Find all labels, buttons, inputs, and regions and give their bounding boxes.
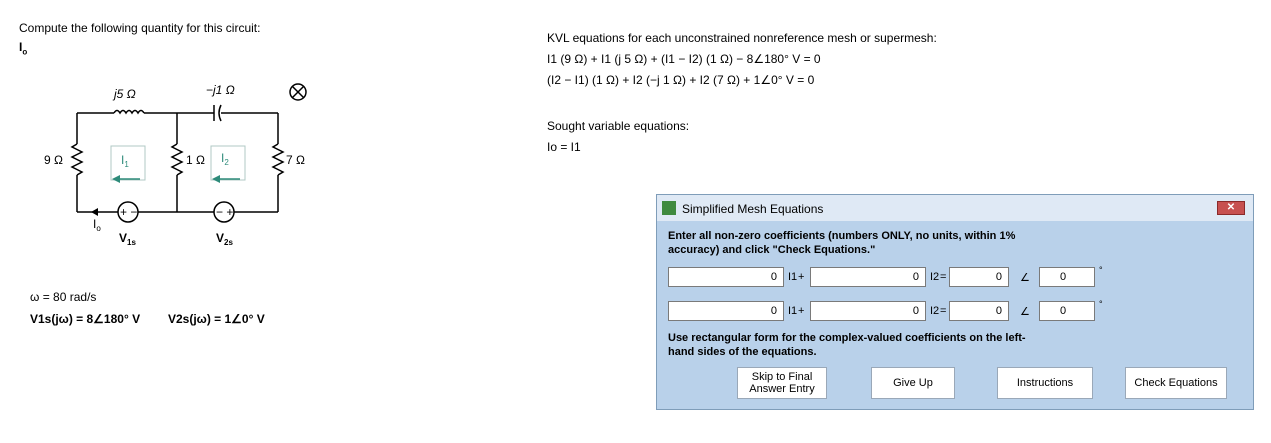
resistor-9 bbox=[70, 143, 84, 176]
dialog-title: Simplified Mesh Equations bbox=[682, 202, 824, 216]
app-icon bbox=[662, 201, 676, 215]
row1-equals: = bbox=[940, 271, 947, 283]
r-right-label: 7 Ω bbox=[286, 153, 305, 167]
v2-polarity: − + bbox=[216, 205, 233, 219]
v1-label: V1s bbox=[119, 231, 136, 247]
inductor-j5 bbox=[113, 109, 145, 115]
dialog-note: Use rectangular form for the complex-val… bbox=[668, 332, 1026, 358]
row1-rhs-magnitude[interactable]: 0 bbox=[949, 267, 1009, 287]
row2-angle-icon: ∠ bbox=[1020, 306, 1030, 318]
resistor-1 bbox=[170, 143, 184, 176]
row2-equals: = bbox=[940, 305, 947, 317]
close-button[interactable]: ✕ bbox=[1217, 201, 1245, 215]
row2-plus: + bbox=[798, 305, 805, 317]
check-equations-button[interactable]: Check Equations bbox=[1125, 367, 1227, 399]
mesh2-label: I2 bbox=[221, 151, 229, 167]
kvl-title: KVL equations for each unconstrained non… bbox=[547, 31, 937, 45]
mesh1-label: I1 bbox=[121, 153, 129, 169]
row2-var-i1: I1 bbox=[788, 305, 798, 317]
close-circle-icon bbox=[289, 83, 307, 101]
skip-to-final-button[interactable]: Skip to Final Answer Entry bbox=[737, 367, 827, 399]
row1-degree: ° bbox=[1099, 265, 1103, 275]
dialog-instructions: Enter all non-zero coefficients (numbers… bbox=[668, 230, 1016, 256]
io-label: Io bbox=[93, 217, 101, 233]
v1-polarity: + − bbox=[120, 205, 137, 219]
sought-title: Sought variable equations: bbox=[547, 119, 690, 133]
circuit-diagram: j5 Ω −j1 Ω 9 Ω 1 Ω 7 Ω I1 I2 + − − + Io … bbox=[44, 83, 307, 247]
r-mid-label: 1 Ω bbox=[186, 153, 205, 167]
row1-coef-i1[interactable]: 0 bbox=[668, 267, 784, 287]
row2-rhs-magnitude[interactable]: 0 bbox=[949, 301, 1009, 321]
inductor-label: j5 Ω bbox=[112, 87, 136, 101]
capacitor-plate-right bbox=[218, 104, 222, 122]
row1-rhs-angle[interactable]: 0 bbox=[1039, 267, 1095, 287]
row2-var-i2: I2 bbox=[930, 305, 940, 317]
row1-angle-icon: ∠ bbox=[1020, 272, 1030, 284]
row1-var-i1: I1 bbox=[788, 271, 798, 283]
mesh-equations-dialog: Simplified Mesh Equations ✕ Enter all no… bbox=[656, 194, 1254, 410]
sought-equation-1: Io = I1 bbox=[547, 140, 581, 154]
r-left-label: 9 Ω bbox=[44, 153, 63, 167]
row1-var-i2: I2 bbox=[930, 271, 940, 283]
io-arrow bbox=[91, 208, 98, 216]
give-up-button[interactable]: Give Up bbox=[871, 367, 955, 399]
row2-coef-i2[interactable]: 0 bbox=[810, 301, 926, 321]
kvl-equation-2: (I2 − I1) (1 Ω) + I2 (−j 1 Ω) + I2 (7 Ω)… bbox=[547, 73, 815, 87]
row1-coef-i2[interactable]: 0 bbox=[810, 267, 926, 287]
quantity-subscript: o bbox=[22, 47, 28, 57]
v2-value: V2s(jω) = 1∠0° V bbox=[168, 312, 265, 326]
mesh1-arrowhead bbox=[112, 175, 120, 183]
mesh2-arrowhead bbox=[212, 175, 220, 183]
row2-coef-i1[interactable]: 0 bbox=[668, 301, 784, 321]
omega-value: ω = 80 rad/s bbox=[30, 290, 97, 304]
resistor-7 bbox=[271, 143, 285, 176]
instructions-button[interactable]: Instructions bbox=[997, 367, 1093, 399]
row1-plus: + bbox=[798, 271, 805, 283]
sought-quantity: Io bbox=[19, 40, 27, 56]
capacitor-label: −j1 Ω bbox=[206, 83, 235, 97]
problem-prompt: Compute the following quantity for this … bbox=[19, 21, 261, 35]
row2-rhs-angle[interactable]: 0 bbox=[1039, 301, 1095, 321]
kvl-equation-1: I1 (9 Ω) + I1 (j 5 Ω) + (I1 − I2) (1 Ω) … bbox=[547, 52, 821, 66]
v2-label: V2s bbox=[216, 231, 233, 247]
v1-value: V1s(jω) = 8∠180° V bbox=[30, 312, 141, 326]
row2-degree: ° bbox=[1099, 299, 1103, 309]
dialog-titlebar[interactable]: Simplified Mesh Equations ✕ bbox=[657, 195, 1253, 221]
